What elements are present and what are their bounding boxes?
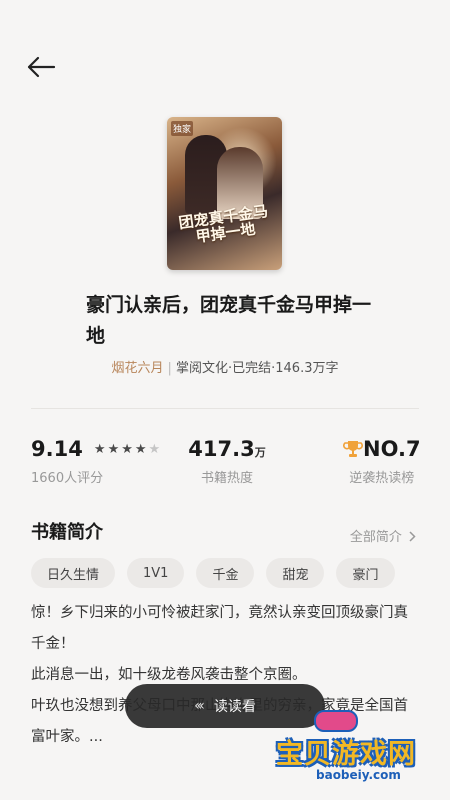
intro-title: 书籍简介 (31, 522, 103, 543)
popularity-label: 书籍热度 (200, 471, 253, 486)
cover-badge: 独家 (171, 121, 194, 136)
divider (31, 408, 419, 409)
description-line: 惊！乡下归来的小可怜被赶家门，竟然认亲变回顶级豪门真千金！ (31, 605, 408, 652)
half-star-icon: ★ (148, 442, 161, 457)
watermark-url: baobeiy.com (316, 768, 401, 782)
popularity-stat: 417.3万 书籍热度 (187, 437, 267, 486)
tag-list: 日久生情 1V1 千金 甜宠 豪门 (31, 558, 395, 588)
rating-value: 9.14 (31, 437, 83, 461)
rating-count: 1660人评分 (31, 471, 104, 486)
tag-item[interactable]: 豪门 (336, 558, 395, 588)
tag-item[interactable]: 千金 (196, 558, 255, 588)
tag-item[interactable]: 甜宠 (266, 558, 325, 588)
read-sample-label: 读读看 (213, 699, 256, 715)
watermark-logo: 宝贝游戏网 baobeiy.com (270, 710, 450, 798)
watermark-text: 宝贝游戏网 (276, 739, 416, 770)
chevron-right-icon (409, 531, 416, 542)
rank-value: NO.7 (363, 437, 421, 461)
star-icon: ★ (93, 442, 106, 457)
rank-label: 逆袭热读榜 (349, 471, 415, 486)
book-meta: 烟花六月 | 掌阅文化·已完结·146.3万字 (111, 361, 339, 376)
book-status: 已完结 (232, 361, 272, 376)
popularity-value: 417.3 (188, 437, 255, 461)
star-icon: ★ (134, 442, 147, 457)
rating-stars: ★ ★ ★ ★ ★ (94, 443, 160, 456)
book-title: 豪门认亲后，团宠真千金马甲掉一地 (86, 294, 372, 347)
book-cover[interactable]: 独家 团宠真千金马甲掉一地 (167, 117, 282, 270)
publisher: 掌阅文化 (175, 361, 228, 376)
chevrons-left-icon: ‹‹‹ (194, 698, 205, 714)
rating-stat[interactable]: 9.14 ★ ★ ★ ★ ★ 1660人评分 (31, 437, 160, 486)
word-count: 146.3万字 (275, 361, 339, 376)
star-icon: ★ (121, 442, 133, 457)
rank-stat[interactable]: NO.7 逆袭热读榜 (343, 437, 421, 486)
trophy-icon (343, 441, 363, 457)
arrow-left-icon (27, 56, 56, 78)
tag-item[interactable]: 日久生情 (31, 558, 116, 588)
gamepad-icon (314, 710, 358, 732)
star-icon: ★ (107, 442, 120, 457)
all-intro-link[interactable]: 全部简介 (350, 526, 416, 545)
tag-item[interactable]: 1V1 (127, 558, 185, 588)
popularity-unit: 万 (254, 446, 266, 459)
back-button[interactable] (24, 52, 58, 82)
author-link[interactable]: 烟花六月 (112, 361, 164, 376)
